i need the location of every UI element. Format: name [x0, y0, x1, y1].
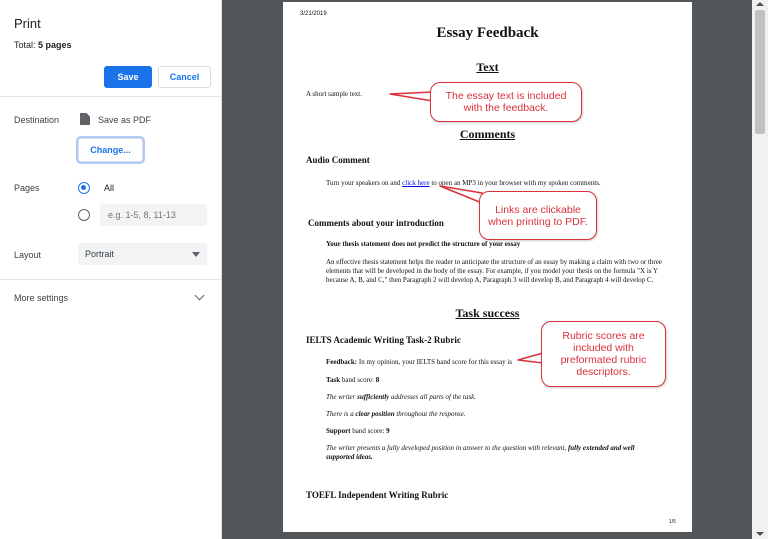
text-heading: Text: [476, 60, 499, 74]
toefl-rubric-heading: TOEFL Independent Writing Rubric: [306, 490, 449, 500]
scroll-up-icon[interactable]: [756, 2, 764, 6]
scroll-down-icon[interactable]: [756, 532, 764, 536]
task-descriptor-1: The writer sufficiently addresses all pa…: [326, 393, 476, 401]
print-settings-panel: Print Total: 5 pages Save Cancel Destina…: [0, 0, 222, 539]
task-band-rest: band score:: [340, 376, 376, 384]
support-desc-a: The writer presents a fully developed po…: [326, 444, 568, 452]
support-band-score: Support band score: 9: [326, 427, 390, 435]
layout-select[interactable]: Portrait: [78, 243, 207, 265]
pages-label: Pages: [14, 183, 40, 193]
task-band-value: 8: [375, 376, 380, 384]
divider: [0, 96, 222, 97]
audio-link[interactable]: click here: [402, 179, 429, 187]
audio-text-after: to open an MP3 in your browser with my s…: [429, 179, 601, 187]
scrollbar-thumb[interactable]: [755, 10, 765, 134]
page-number: 1/5: [669, 519, 676, 525]
support-band-label: Support: [326, 427, 351, 435]
task-desc-2a: There is a: [326, 410, 356, 418]
document-title: Essay Feedback: [436, 25, 539, 41]
feedback-text: In my opinion, your IELTS band score for…: [357, 358, 512, 366]
task-desc-1b: sufficiently: [357, 393, 390, 401]
print-title: Print: [14, 16, 41, 31]
callout-rubric: Rubric scores are included with preforma…: [541, 321, 666, 387]
layout-label: Layout: [14, 250, 42, 260]
task-band-score: Task band score: 8: [326, 376, 379, 384]
support-band-value: 9: [386, 427, 390, 435]
pages-custom-input[interactable]: [100, 204, 207, 226]
total-pages: Total: 5 pages: [14, 40, 72, 50]
task-band-label: Task: [326, 376, 341, 384]
thesis-comment-body: An effective thesis statement helps the …: [326, 258, 662, 284]
ielts-rubric-heading: IELTS Academic Writing Task-2 Rubric: [306, 335, 461, 345]
feedback-label: Feedback:: [326, 358, 358, 366]
callout-essay-text: The essay text is included with the feed…: [430, 82, 582, 122]
save-button[interactable]: Save: [104, 66, 152, 88]
support-descriptor: The writer presents a fully developed po…: [326, 444, 662, 462]
print-date: 3/21/2019: [300, 11, 327, 17]
task-desc-2c: throughout the response.: [394, 410, 466, 418]
caret-down-icon: [192, 252, 200, 257]
feedback-line: Feedback: In my opinion, your IELTS band…: [326, 358, 512, 366]
task-desc-1a: The writer: [326, 393, 358, 401]
comments-heading: Comments: [459, 127, 516, 141]
destination-label: Destination: [14, 115, 60, 125]
total-value: 5 pages: [38, 40, 72, 50]
divider: [0, 279, 222, 280]
pages-all-label: All: [104, 183, 115, 193]
task-desc-2b: clear position: [355, 410, 395, 418]
destination-value: Save as PDF: [98, 115, 152, 125]
file-icon: [80, 113, 90, 125]
cancel-button[interactable]: Cancel: [158, 66, 211, 88]
audio-comment-text: Turn your speakers on and click here to …: [326, 179, 662, 188]
task-success-heading: Task success: [455, 306, 520, 320]
task-descriptor-2: There is a clear position throughout the…: [326, 410, 466, 418]
pages-all-radio[interactable]: [78, 182, 90, 194]
essay-text: A short sample text.: [306, 90, 362, 98]
callout-links: Links are clickable when printing to PDF…: [479, 191, 597, 240]
more-settings-toggle[interactable]: More settings: [14, 293, 68, 303]
total-label: Total:: [14, 40, 36, 50]
intro-comments-heading: Comments about your introduction: [308, 218, 444, 228]
pages-custom-radio[interactable]: [78, 209, 90, 221]
chevron-down-icon[interactable]: [194, 290, 205, 301]
task-desc-1c: addresses all parts of the task.: [389, 393, 476, 401]
support-band-rest: band score:: [350, 427, 387, 435]
thesis-comment-title: Your thesis statement does not predict t…: [326, 240, 521, 248]
change-destination-button[interactable]: Change...: [78, 138, 143, 162]
audio-text-before: Turn your speakers on and: [326, 179, 403, 187]
audio-comment-heading: Audio Comment: [306, 155, 370, 165]
